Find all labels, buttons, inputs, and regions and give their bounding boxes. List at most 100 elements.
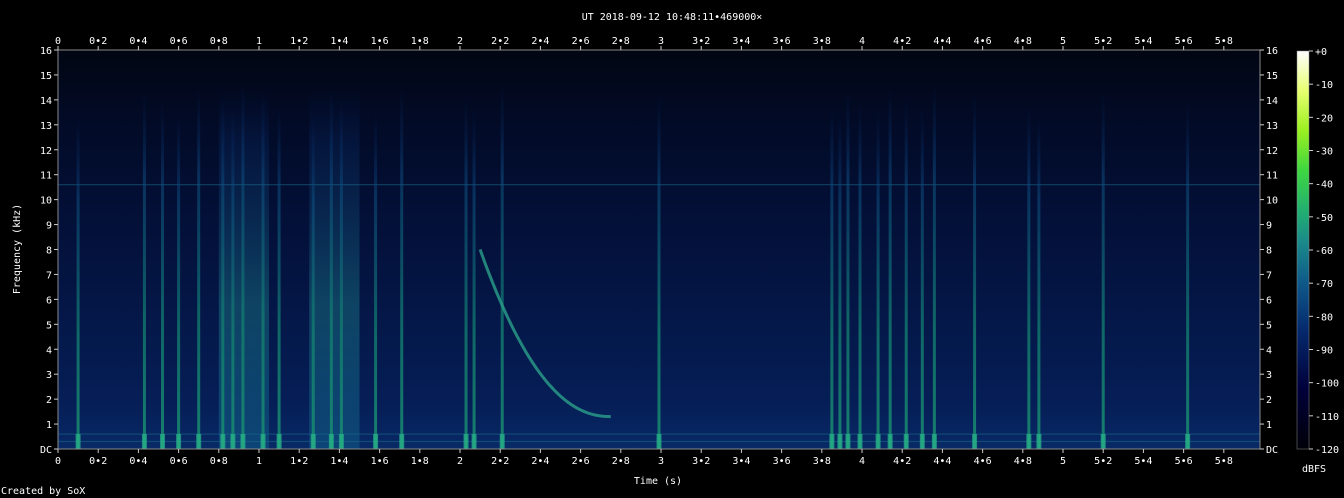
impulse-line (858, 100, 862, 449)
impulse-line (1186, 100, 1190, 449)
colorbar-tick-label: -100 (1315, 379, 1339, 390)
y-tick-label: DC (1266, 445, 1278, 456)
x-tick-label: 4•2 (893, 36, 911, 47)
colorbar-tick-label: -120 (1315, 445, 1339, 456)
colorbar-tick-label: -70 (1315, 279, 1333, 290)
y-ticks-right: DC12345678910111213141516 (1260, 46, 1278, 456)
y-tick-label: 6 (1266, 295, 1272, 306)
x-tick-label: 1•6 (371, 456, 389, 467)
x-tick-label: 2•4 (531, 456, 549, 467)
x-tick-label: 0•2 (89, 36, 107, 47)
colorbar-tick-label: -110 (1315, 412, 1339, 423)
impulse-line (76, 114, 80, 449)
y-tick-label: 9 (1266, 221, 1272, 232)
x-tick-label: 4•8 (1014, 456, 1032, 467)
colorbar-tick-label: -30 (1315, 147, 1333, 158)
impulse-line (1027, 104, 1031, 449)
x-tick-label: 1•8 (411, 456, 429, 467)
x-tick-label: 1•2 (290, 36, 308, 47)
impulse-line (277, 104, 281, 449)
impulse-line (241, 83, 245, 449)
x-tick-label: 5•8 (1215, 36, 1233, 47)
impulse-base (220, 434, 226, 449)
y-tick-label: 12 (1266, 146, 1278, 157)
colorbar-ticks: +0 -10 -20 -30 -40 -50 -60 -70 -80 -90 -100 -110 -12… (1309, 47, 1339, 456)
impulse-line (311, 114, 315, 449)
x-tick-label: 0•6 (170, 456, 188, 467)
impulse-base (328, 434, 334, 449)
impulse-line (400, 86, 404, 449)
y-tick-label: 4 (46, 345, 52, 356)
y-tick-label: 9 (46, 221, 52, 232)
colorbar-tick-label: -90 (1315, 346, 1333, 357)
x-ticks-top: 0 0•2 0•4 0•6 0•8 1 1•2 1•4 1•6 1•8 2 2•2 2•4 2•6 2•8 3… (55, 36, 1233, 50)
x-axis-label: Time (s) (634, 476, 682, 487)
y-tick-label: 2 (46, 395, 52, 406)
impulse-line (920, 107, 924, 449)
noise-burst (309, 84, 360, 449)
x-tick-label: 3•4 (732, 456, 750, 467)
x-tick-label: 0•8 (210, 456, 228, 467)
impulse-base (903, 434, 909, 449)
x-tick-label: 2•2 (491, 36, 509, 47)
impulse-base (276, 434, 282, 449)
y-tick-label: 15 (40, 71, 52, 82)
x-tick-label: 4•4 (933, 456, 951, 467)
chart-title: UT 2018-09-12 10:48:11•469000× (582, 12, 763, 23)
impulse-base (857, 434, 863, 449)
impulse-base (463, 434, 469, 449)
footer-credit: Created by SoX (1, 486, 85, 497)
x-tick-label: 5•2 (1094, 456, 1112, 467)
impulse-base (310, 434, 316, 449)
impulse-base (1100, 434, 1106, 449)
x-tick-label: 5 (1060, 36, 1066, 47)
impulse-base (845, 434, 851, 449)
impulse-line (221, 97, 225, 449)
impulse-line (197, 86, 201, 449)
colorbar-tick-label: -80 (1315, 312, 1333, 323)
impulse-line (838, 114, 842, 449)
colorbar-tick-label: -10 (1315, 80, 1333, 91)
x-tick-label: 0•8 (210, 36, 228, 47)
impulse-base (1036, 434, 1042, 449)
colorbar-label: dBFS (1302, 464, 1326, 475)
impulse-base (499, 434, 505, 449)
y-tick-label: 12 (40, 146, 52, 157)
impulse-base (972, 434, 978, 449)
impulse-base (829, 434, 835, 449)
impulse-base (919, 434, 925, 449)
x-tick-label: 5•6 (1175, 456, 1193, 467)
x-tick-label: 5 (1060, 456, 1066, 467)
impulse-base (373, 434, 379, 449)
x-tick-label: 0•6 (170, 36, 188, 47)
plot-area (58, 50, 1260, 449)
x-tick-label: 2•6 (572, 36, 590, 47)
x-ticks-bottom: 0 0•2 0•4 0•6 0•8 1 1•2 1•4 1•6 1•8 2 2•2 2•4 2•6 2•8 3… (55, 449, 1233, 467)
x-tick-label: 3•2 (692, 456, 710, 467)
impulse-line (1101, 90, 1105, 449)
x-tick-label: 2 (457, 36, 463, 47)
y-tick-label: 1 (1266, 420, 1272, 431)
impulse-base (875, 434, 881, 449)
x-tick-label: 3 (658, 456, 664, 467)
x-tick-label: 5•2 (1094, 36, 1112, 47)
impulse-line (904, 97, 908, 449)
y-tick-label: 1 (46, 420, 52, 431)
x-tick-label: 3•8 (813, 36, 831, 47)
x-tick-label: 2 (457, 456, 463, 467)
impulse-line (1037, 114, 1041, 449)
impulse-line (339, 100, 343, 449)
x-tick-label: 4•6 (974, 36, 992, 47)
x-tick-label: 1•4 (330, 456, 348, 467)
x-tick-label: 0 (55, 456, 61, 467)
y-tick-label: 11 (1266, 171, 1278, 182)
y-tick-label: 4 (1266, 345, 1272, 356)
x-tick-label: 2•4 (531, 36, 549, 47)
y-tick-label: 8 (1266, 246, 1272, 257)
impulse-base (75, 434, 81, 449)
x-tick-label: 4•2 (893, 456, 911, 467)
y-tick-label: 16 (40, 46, 52, 57)
x-tick-label: 3•2 (692, 36, 710, 47)
impulse-base (837, 434, 843, 449)
x-tick-label: 4 (859, 456, 865, 467)
